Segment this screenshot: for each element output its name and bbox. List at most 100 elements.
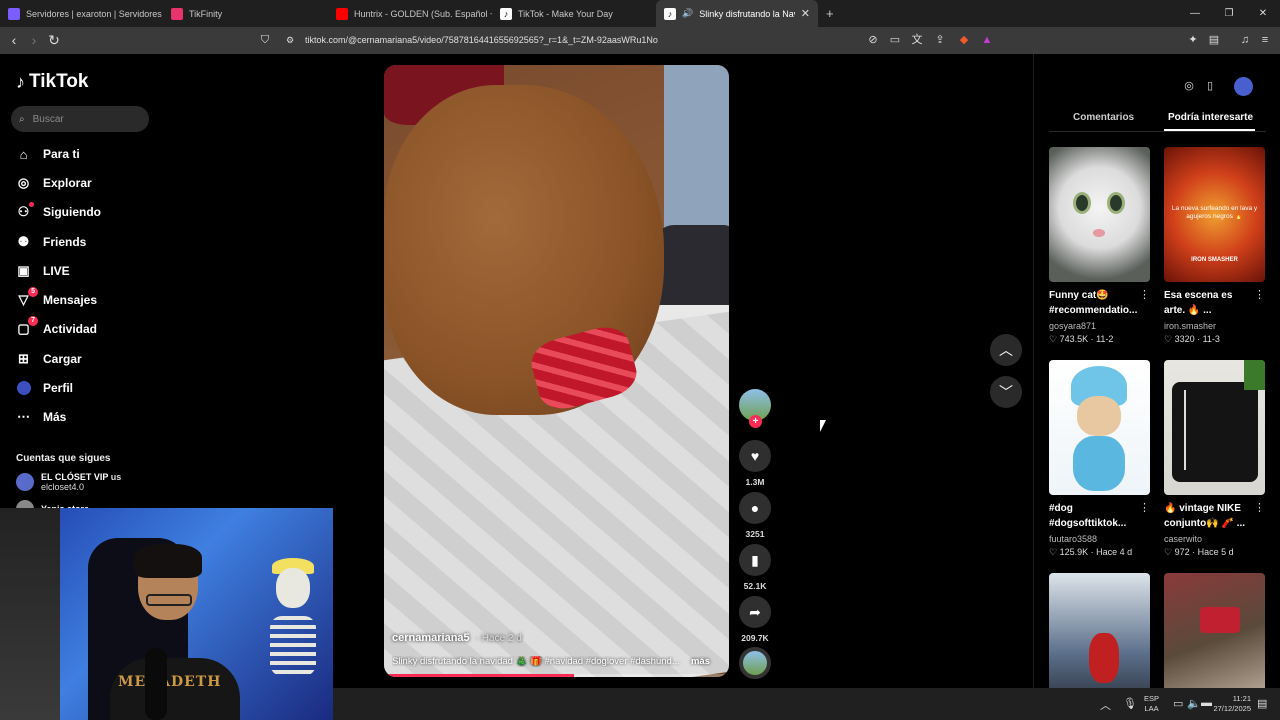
notification-badge: 7 <box>28 315 38 326</box>
browser-tab-active[interactable]: ♪ 🔊 Slinky disfrutando la Navidad ✕ <box>656 0 818 27</box>
sidebar-item-para-ti[interactable]: ⌂ Para ti <box>16 144 80 164</box>
sidebar-toggle-icon[interactable]: ▤ <box>1207 33 1221 47</box>
close-tab-icon[interactable]: ✕ <box>801 7 810 20</box>
forward-icon[interactable]: › <box>26 32 42 48</box>
like-button[interactable]: ♥ <box>739 440 771 472</box>
more-options-icon[interactable]: ⋮ <box>1139 501 1150 514</box>
microphone <box>145 648 167 720</box>
suggested-video-card[interactable]: Funny cat🤩 #recommendatio... gosyara871 … <box>1049 147 1150 345</box>
video-player[interactable]: cernamariana5 · Hace 2 d Slinky disfrutan… <box>384 65 729 677</box>
suggested-video-card[interactable]: 🔥 vintage NIKE conjunto🙌 🧨 ... caserwito… <box>1164 360 1265 558</box>
maximize-icon[interactable]: ❐ <box>1212 0 1246 27</box>
home-icon: ⌂ <box>19 146 28 162</box>
video-progress-bar[interactable] <box>384 674 729 677</box>
exaroton-favicon-icon <box>8 7 20 20</box>
logo-text: TikTok <box>29 71 89 92</box>
browser-tab[interactable]: ♪ TikTok - Make Your Day <box>492 0 656 27</box>
tab-podria-interesarte[interactable]: Podría interesarte <box>1168 112 1253 123</box>
notifications-icon[interactable]: ▤ <box>1257 697 1267 710</box>
microphone-icon[interactable]: 🎙 <box>1123 697 1137 710</box>
previous-video-button[interactable]: ︿ <box>990 334 1022 366</box>
divider <box>1033 54 1034 688</box>
sidebar-item-siguiendo[interactable]: ⚇ Siguiendo <box>16 201 101 222</box>
card-stats: ♡ 743.5K · 11-2 <box>1049 334 1114 344</box>
suggested-video-card[interactable]: #dog #dogsofttiktok... fuutaro3588 ♡ 125… <box>1049 360 1150 558</box>
more-options-icon[interactable]: ⋮ <box>1254 501 1265 514</box>
share-icon[interactable]: ⇪ <box>933 33 947 47</box>
sidebar-item-cargar[interactable]: ⊞ Cargar <box>16 349 82 369</box>
card-stats: ♡ 125.9K · Hace 4 d <box>1049 547 1133 557</box>
user-avatar[interactable] <box>1234 77 1253 96</box>
avatar <box>16 473 34 491</box>
progress-fill <box>384 674 574 677</box>
translate-icon[interactable]: 文 <box>910 33 924 47</box>
device-icon[interactable]: ▯ <box>1201 77 1219 95</box>
site-info-icon[interactable]: ⚙ <box>282 32 298 48</box>
sidebar-item-friends[interactable]: ⚉ Friends <box>16 232 87 252</box>
taskbar-clock[interactable]: 11:21 27/12/2025 <box>1207 694 1251 714</box>
browser-tab[interactable]: Servidores | exaroton | Servidores de <box>0 0 163 27</box>
more-options-icon[interactable]: ⋮ <box>1139 288 1150 301</box>
save-count: 52.1K <box>743 581 767 591</box>
minimize-icon[interactable]: — <box>1178 0 1212 27</box>
sidebar-item-perfil[interactable]: Perfil <box>16 378 73 398</box>
volume-icon[interactable]: 🔈 <box>1187 697 1201 710</box>
close-window-icon[interactable]: ✕ <box>1246 0 1280 27</box>
account-tag: us <box>110 472 122 482</box>
browser-tab[interactable]: Huntrix - GOLDEN (Sub. Español + Ly <box>328 0 492 27</box>
url-field[interactable]: tiktok.com/@cernamariana5/video/75878164… <box>305 35 658 45</box>
tray-chevron-icon[interactable]: ︿ <box>1100 697 1111 713</box>
follow-plus-icon[interactable]: + <box>749 415 762 428</box>
music-disc[interactable] <box>739 647 771 679</box>
browser-tab[interactable]: TikFinity <box>163 0 328 27</box>
comment-button[interactable]: ● <box>739 492 771 524</box>
sidebar-item-explorar[interactable]: ◎ Explorar <box>16 173 92 193</box>
sidebar-item-mas[interactable]: ⋯ Más <box>16 407 66 427</box>
share-button[interactable]: ➦ <box>739 596 771 628</box>
tab-title: TikFinity <box>189 8 223 19</box>
brave-shield-icon[interactable]: ◆ <box>957 33 971 47</box>
new-tab-button[interactable]: + <box>818 0 838 27</box>
chevron-down-icon: ﹀ <box>999 384 1013 400</box>
more-button[interactable]: más <box>691 656 710 667</box>
explore-icon[interactable]: ◎ <box>1180 77 1198 95</box>
brave-rewards-icon[interactable]: ▲ <box>980 33 994 47</box>
tiktok-logo[interactable]: ♪ TikTok <box>16 71 88 93</box>
bookmark-icon[interactable]: ⛉ <box>257 32 273 48</box>
band-shirt: MEGADETH <box>110 658 240 720</box>
no-tracking-icon[interactable]: ⊘ <box>866 33 880 47</box>
back-icon[interactable]: ‹ <box>6 32 22 48</box>
next-video-button[interactable]: ﹀ <box>990 376 1022 408</box>
save-button[interactable]: ▮ <box>739 544 771 576</box>
suggested-video-card[interactable] <box>1164 573 1265 688</box>
card-stats: ♡ 972 · Hace 5 d <box>1164 547 1234 557</box>
mouse-cursor <box>820 420 826 432</box>
keyboard-layout: LAA <box>1144 704 1159 713</box>
media-icon[interactable]: ♫ <box>1238 33 1252 47</box>
suggested-video-card[interactable] <box>1049 573 1150 688</box>
network-icon[interactable]: ▭ <box>1173 697 1183 710</box>
reload-icon[interactable]: ↻ <box>46 32 62 48</box>
sidebar-item-live[interactable]: ▣ LIVE <box>16 261 69 281</box>
input-language[interactable]: ESP LAA <box>1144 694 1159 714</box>
cast-icon[interactable]: ▭ <box>888 33 902 47</box>
sidebar-item-mensajes[interactable]: ▽ 5 Mensajes <box>16 286 97 310</box>
cat-eye <box>1073 192 1091 214</box>
extensions-icon[interactable]: ✦ <box>1186 33 1200 47</box>
suggested-video-card[interactable]: La nueva surfeando en lava y agujeros ne… <box>1164 147 1265 345</box>
menu-icon[interactable]: ≡ <box>1258 33 1272 47</box>
video-thumbnail <box>1164 573 1265 688</box>
jacket-stripe <box>1184 390 1186 470</box>
comment-icon: ● <box>750 500 760 516</box>
video-author[interactable]: cernamariana5 · Hace 2 d <box>392 632 522 644</box>
video-thumbnail <box>1049 360 1150 495</box>
sidebar-item-actividad[interactable]: ▢ 7 Actividad <box>16 315 97 339</box>
search-input[interactable]: ⌕ Buscar <box>11 106 149 132</box>
tab-title: Huntrix - GOLDEN (Sub. Español + Ly <box>354 8 492 19</box>
streamer-hair <box>134 544 202 578</box>
background-shelf <box>0 508 60 720</box>
tab-comentarios[interactable]: Comentarios <box>1073 112 1134 123</box>
more-options-icon[interactable]: ⋮ <box>1254 288 1265 301</box>
compass-icon: ◎ <box>17 175 30 190</box>
followed-account[interactable]: EL CLÓSET VIP us elcloset4.0 <box>16 472 121 492</box>
